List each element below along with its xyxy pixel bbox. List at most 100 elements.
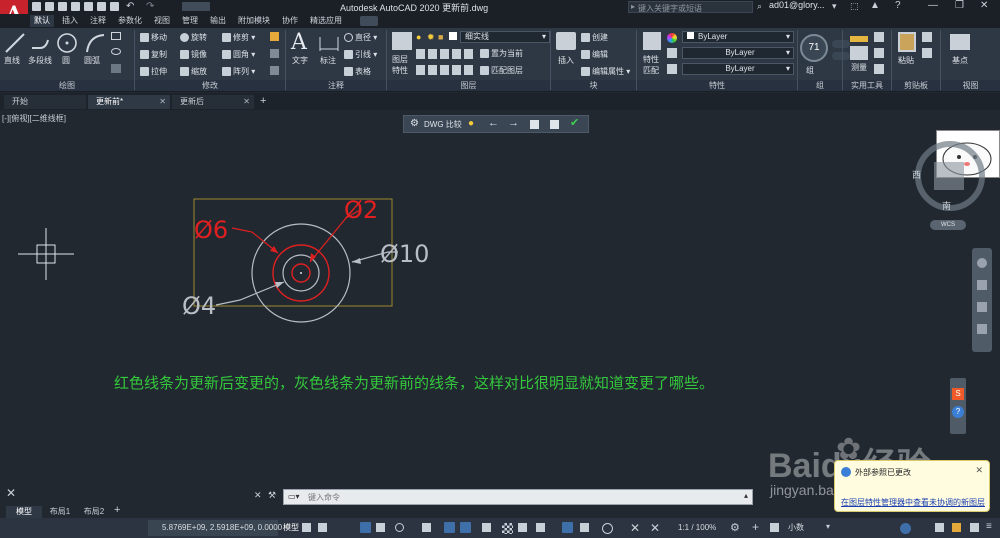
dynamic-ucs-icon[interactable]: [562, 522, 573, 533]
explode-icon[interactable]: [270, 49, 279, 58]
object-snap-icon[interactable]: [460, 522, 471, 533]
create-block-button[interactable]: 创建: [581, 32, 608, 44]
dimension-icon[interactable]: [318, 33, 340, 53]
diameter-button[interactable]: 直径 ▾: [344, 32, 377, 44]
lock-icon[interactable]: ■: [438, 32, 443, 42]
measure-button[interactable]: 测量: [851, 62, 867, 74]
undo-icon[interactable]: ↶: [126, 1, 134, 12]
close-icon[interactable]: ✕: [975, 465, 983, 476]
utilities-group-label[interactable]: 实用工具: [843, 80, 891, 91]
layer-color-swatch[interactable]: [449, 32, 457, 40]
web-save-icon[interactable]: [84, 2, 93, 11]
dimension-d10-label[interactable]: Ø10: [380, 242, 429, 266]
doc-tab-before[interactable]: 更新前* ✕: [88, 95, 170, 109]
print-icon[interactable]: [110, 2, 119, 11]
sun-icon[interactable]: ✹: [427, 32, 435, 43]
tab-annotate[interactable]: 注释: [86, 15, 110, 27]
trim-button[interactable]: 修剪 ▾: [222, 32, 255, 44]
insert-block-icon[interactable]: [556, 32, 576, 50]
object-snap-tracking-icon[interactable]: [444, 522, 455, 533]
layer-dropdown[interactable]: 细实线 ▾: [460, 31, 550, 43]
minimize-icon[interactable]: —: [928, 0, 938, 11]
cut-icon[interactable]: [922, 48, 932, 58]
new-icon[interactable]: [32, 2, 41, 11]
circle-button[interactable]: 圆: [62, 55, 70, 67]
close-window-icon[interactable]: ✕: [980, 0, 988, 11]
light-bulb-icon[interactable]: ●: [416, 32, 421, 42]
move-button[interactable]: 移动: [140, 32, 167, 44]
tab-insert[interactable]: 插入: [58, 15, 82, 27]
command-close-icon[interactable]: ✕: [254, 490, 262, 501]
tab-view[interactable]: 视图: [150, 15, 174, 27]
isolate-objects-icon[interactable]: [935, 523, 944, 532]
array-button[interactable]: 阵列 ▾: [222, 66, 255, 78]
add-layout-icon[interactable]: +: [114, 504, 120, 516]
match-properties-icon[interactable]: [643, 32, 661, 50]
leader-button[interactable]: 引线 ▾: [344, 49, 377, 61]
mirror-button[interactable]: 镜像: [180, 49, 207, 61]
viewcube-south[interactable]: 南: [942, 199, 951, 212]
restore-icon[interactable]: ❐: [955, 0, 964, 11]
layout-tab-2[interactable]: 布局2: [78, 506, 110, 518]
layer-tools-row-2[interactable]: [416, 65, 476, 75]
navigation-bar[interactable]: [972, 248, 992, 352]
side-tool-palette[interactable]: S ?: [950, 378, 966, 434]
erase-icon[interactable]: [270, 32, 279, 41]
gear-icon[interactable]: ⚙: [730, 521, 740, 534]
viewcube-west[interactable]: 西: [912, 168, 921, 181]
paste-icon[interactable]: [898, 32, 916, 52]
selection-cycling-icon[interactable]: [518, 523, 527, 532]
layer-tools-row-1[interactable]: [416, 49, 476, 59]
line-button[interactable]: 直线: [4, 55, 20, 67]
clean-screen-icon[interactable]: [970, 523, 979, 532]
ruler-icon[interactable]: [850, 36, 868, 42]
layer-properties-button[interactable]: 图层 特性: [392, 54, 408, 75]
tab-home[interactable]: 默认: [30, 15, 54, 27]
command-input[interactable]: ▭▾ 键入命令 ▴: [283, 489, 753, 505]
open-icon[interactable]: [45, 2, 54, 11]
help-circle-icon[interactable]: ?: [952, 406, 964, 418]
gizmo-icon[interactable]: [602, 523, 613, 534]
dimension-button[interactable]: 标注: [320, 55, 336, 67]
base-view-icon[interactable]: [950, 34, 970, 50]
search-box[interactable]: ▸ 键入关键字或短语: [628, 1, 753, 13]
arc-button[interactable]: 圆弧: [84, 55, 100, 67]
redo-icon[interactable]: ↷: [146, 1, 154, 12]
base-view-button[interactable]: 基点: [952, 55, 968, 67]
table-button[interactable]: 表格: [344, 66, 371, 78]
select-all-icon[interactable]: [874, 48, 884, 58]
calculator-icon[interactable]: [874, 64, 884, 74]
chevron-down-icon[interactable]: ▾: [826, 522, 830, 531]
save-icon[interactable]: [58, 2, 67, 11]
close-icon[interactable]: ✕: [159, 95, 166, 109]
block-group-label[interactable]: 块: [551, 80, 636, 91]
tab-manage[interactable]: 管理: [178, 15, 202, 27]
customization-icon[interactable]: ≡: [986, 521, 992, 532]
dynamic-input-icon[interactable]: [376, 523, 385, 532]
annotation-scale[interactable]: 1:1 / 100%: [678, 522, 716, 534]
share-button[interactable]: [182, 2, 210, 11]
scale-button[interactable]: 缩放: [180, 66, 207, 78]
polar-icon[interactable]: [395, 523, 404, 532]
hatch-icon[interactable]: [111, 64, 121, 73]
grid-icon[interactable]: [302, 523, 311, 532]
copy-button[interactable]: 复制: [140, 49, 167, 61]
zoom-icon[interactable]: [977, 302, 987, 312]
stretch-button[interactable]: 拉伸: [140, 66, 167, 78]
paste-button[interactable]: 粘贴: [898, 55, 914, 67]
edit-block-button[interactable]: 编辑: [581, 49, 608, 61]
layers-group-label[interactable]: 图层: [387, 80, 550, 91]
color-dropdown[interactable]: ByLayer ▾: [682, 31, 794, 43]
save-as-icon[interactable]: [71, 2, 80, 11]
model-space-button[interactable]: 模型: [283, 522, 299, 534]
ellipse-icon[interactable]: [111, 48, 121, 55]
polyline-icon[interactable]: [30, 32, 52, 54]
orbit-icon[interactable]: [977, 324, 987, 334]
rectangle-icon[interactable]: [111, 32, 121, 40]
notification-balloon[interactable]: 外部参照已更改 ✕ 在图层特性管理器中查看未协调的新图层: [834, 460, 990, 512]
arc-icon[interactable]: [84, 32, 106, 54]
fillet-button[interactable]: 圆角 ▾: [222, 49, 255, 61]
polyline-button[interactable]: 多段线: [28, 55, 52, 67]
tab-collaborate[interactable]: 协作: [278, 15, 302, 27]
annotation-visibility-icon[interactable]: ✕: [630, 521, 640, 535]
